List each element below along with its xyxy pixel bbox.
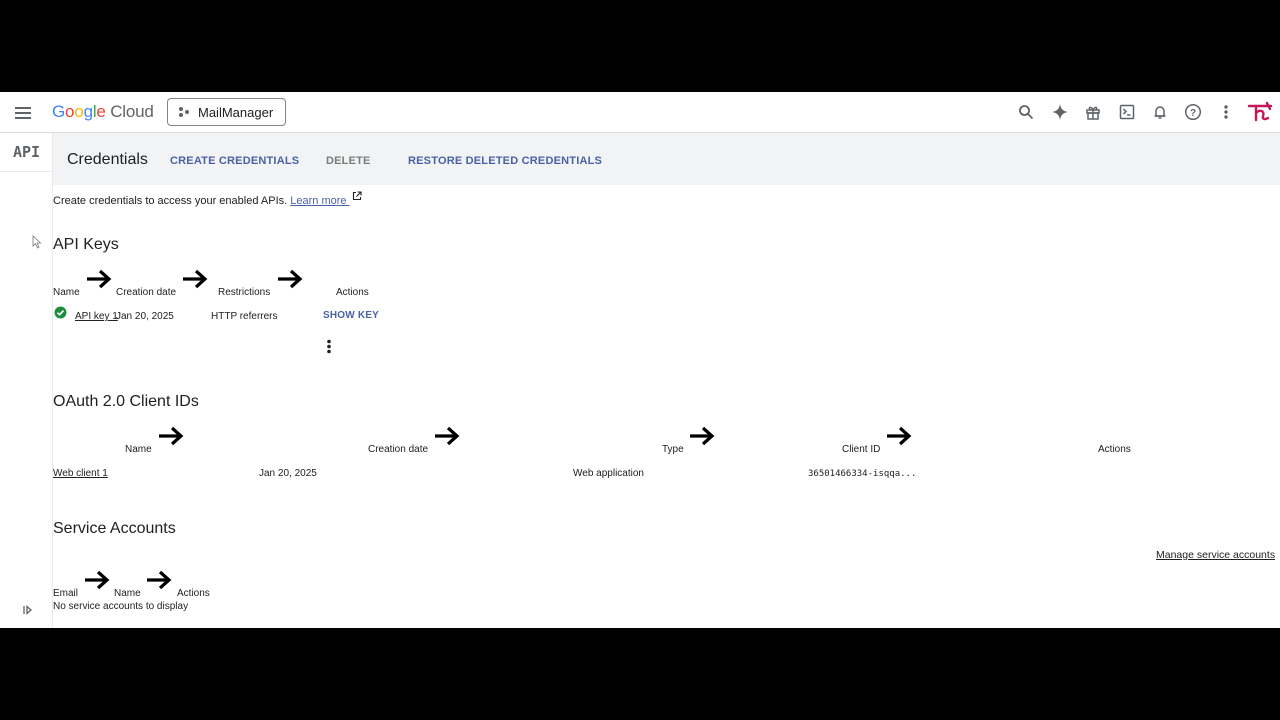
oauth-col-name[interactable]: Name	[125, 444, 152, 455]
search-icon[interactable]	[1017, 103, 1035, 121]
avatar[interactable]	[1247, 101, 1273, 123]
google-cloud-logo[interactable]: Google Cloud	[52, 102, 154, 122]
sort-arrow-icon[interactable]	[433, 425, 461, 447]
api-col-actions: Actions	[336, 287, 369, 298]
sort-arrow-icon[interactable]	[83, 569, 111, 591]
oauth-type: Web application	[573, 468, 644, 479]
page-action-bar: Credentials CREATE CREDENTIALS DELETE RE…	[53, 133, 1280, 185]
delete-button[interactable]: DELETE	[326, 155, 371, 167]
sort-arrow-icon[interactable]	[157, 425, 185, 447]
sort-arrow-icon[interactable]	[85, 268, 113, 290]
learn-more-link[interactable]: Learn more	[290, 191, 362, 207]
page-title: Credentials	[67, 151, 148, 168]
oauth-col-type[interactable]: Type	[662, 444, 684, 455]
intro-text: Create credentials to access your enable…	[53, 195, 288, 207]
cloud-shell-icon[interactable]	[1118, 103, 1136, 121]
web-client-link[interactable]: Web client 1	[53, 468, 108, 479]
sa-col-email[interactable]: Email	[53, 588, 78, 599]
api-col-creation-date[interactable]: Creation date	[116, 287, 176, 298]
mouse-cursor-icon	[32, 235, 42, 249]
rail-divider	[0, 171, 52, 172]
oauth-heading: OAuth 2.0 Client IDs	[53, 393, 199, 410]
svg-text:?: ?	[1190, 108, 1196, 119]
left-nav-rail: API	[0, 133, 53, 628]
intro-text-row: Create credentials to access your enable…	[53, 191, 362, 207]
restore-deleted-credentials-button[interactable]: RESTORE DELETED CREDENTIALS	[408, 155, 602, 167]
notifications-icon[interactable]	[1151, 103, 1169, 121]
main-menu-icon[interactable]	[15, 104, 31, 122]
sort-arrow-icon[interactable]	[688, 425, 716, 447]
logo-text: Google Cloud	[52, 102, 154, 121]
api-key-restrictions: HTTP referrers	[211, 311, 278, 322]
expand-rail-icon[interactable]	[22, 603, 34, 621]
project-icon	[179, 107, 189, 117]
top-bar: Google Cloud MailManager ?	[0, 92, 1280, 133]
oauth-client-id[interactable]: 36501466334-isqqa...	[808, 469, 916, 479]
gift-icon[interactable]	[1084, 103, 1102, 121]
sort-arrow-icon[interactable]	[885, 425, 913, 447]
learn-more-label: Learn more	[290, 195, 347, 207]
sort-arrow-icon[interactable]	[145, 569, 173, 591]
sa-col-actions: Actions	[177, 588, 210, 599]
help-icon[interactable]: ?	[1184, 103, 1202, 121]
sort-arrow-icon[interactable]	[276, 268, 304, 290]
create-credentials-button[interactable]: CREATE CREDENTIALS	[170, 155, 299, 167]
api-col-name[interactable]: Name	[53, 287, 80, 298]
api-keys-heading: API Keys	[53, 236, 119, 253]
project-name: MailManager	[198, 104, 274, 120]
api-key-name-link[interactable]: API key 1	[75, 311, 118, 322]
oauth-col-actions: Actions	[1098, 444, 1131, 455]
more-vert-icon[interactable]	[326, 339, 332, 354]
oauth-col-client-id[interactable]: Client ID	[842, 444, 880, 455]
manage-service-accounts-link[interactable]: Manage service accounts	[1156, 549, 1275, 561]
more-vert-icon[interactable]	[1217, 103, 1235, 121]
external-link-icon	[352, 191, 362, 201]
gemini-icon[interactable]	[1051, 103, 1069, 121]
oauth-created: Jan 20, 2025	[259, 468, 317, 479]
check-circle-icon	[54, 306, 67, 319]
sort-arrow-icon[interactable]	[181, 268, 209, 290]
project-picker-button[interactable]: MailManager	[167, 98, 287, 126]
api-product-label[interactable]: API	[13, 143, 40, 161]
sa-col-name[interactable]: Name	[114, 588, 141, 599]
show-key-button[interactable]: SHOW KEY	[323, 310, 379, 321]
api-col-restrictions[interactable]: Restrictions	[218, 287, 270, 298]
sa-empty-message: No service accounts to display	[53, 601, 189, 612]
cloud-console-window: Google Cloud MailManager ? API Credentia…	[0, 92, 1280, 628]
api-key-created: Jan 20, 2025	[116, 311, 174, 322]
oauth-col-creation-date[interactable]: Creation date	[368, 444, 428, 455]
service-accounts-heading: Service Accounts	[53, 520, 176, 537]
